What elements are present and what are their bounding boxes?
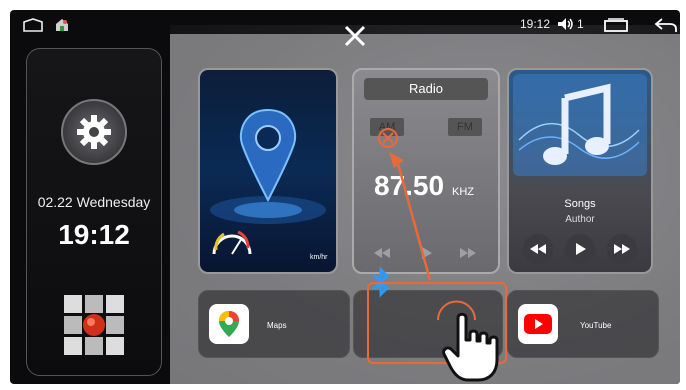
tap-hand-icon — [442, 312, 499, 382]
head-unit-screen: 19:12 1 02.22 Wednesday 19:12 km/hr Radi… — [10, 10, 680, 384]
swipe-gesture-arrow — [378, 128, 476, 321]
